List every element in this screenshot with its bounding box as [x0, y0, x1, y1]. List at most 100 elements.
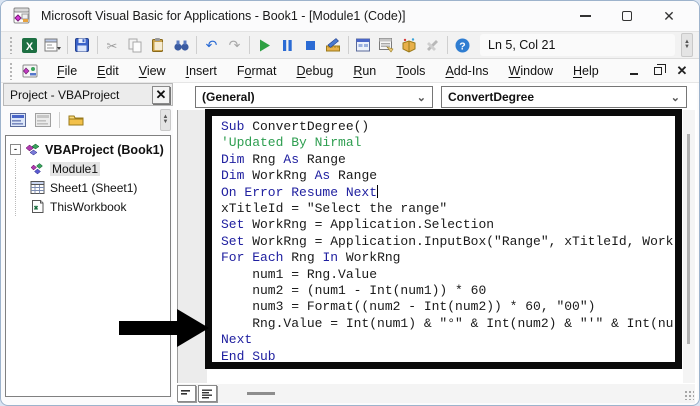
mdi-minimize-icon	[630, 72, 638, 75]
cut-button[interactable]: ✂	[101, 34, 124, 56]
tree-item-label: Module1	[50, 161, 101, 176]
code-line: xTitleId = "Select the range"	[221, 201, 448, 217]
svg-text:?: ?	[459, 40, 465, 52]
vba-app-icon	[13, 7, 30, 24]
properties-window-button[interactable]	[375, 34, 398, 56]
object-browser-icon	[402, 37, 416, 53]
horizontal-scrollbar[interactable]	[177, 384, 695, 403]
menu-help[interactable]: Help	[563, 62, 609, 80]
cursor-position-status: Ln 5, Col 21	[480, 34, 675, 56]
project-explorer-button[interactable]	[352, 34, 375, 56]
object-dropdown[interactable]: (General) ⌄	[195, 86, 433, 108]
toolbar-drag-handle[interactable]	[9, 36, 14, 54]
menu-add-ins[interactable]: Add-Ins	[435, 62, 498, 80]
redo-button[interactable]: ↷	[223, 34, 246, 56]
menu-debug[interactable]: Debug	[286, 62, 343, 80]
menu-bar: File Edit View Insert Format Debug Run Tools Add…	[1, 59, 699, 83]
annotation-highlight-box: Sub ConvertDegree() 'Updated By Nirmal Dim…	[205, 109, 682, 369]
project-panel-header[interactable]: Project - VBAProject ✕	[3, 83, 173, 106]
code-line: For Each Rng In WorkRng	[221, 250, 401, 266]
help-icon: ?	[455, 38, 470, 52]
collapse-icon[interactable]: -	[10, 144, 21, 155]
module-icon	[29, 161, 46, 176]
code-editor-text[interactable]: Sub ConvertDegree() 'Updated By Nirmal Dim…	[212, 116, 675, 364]
save-button[interactable]	[71, 34, 94, 56]
toolbox-button[interactable]	[421, 34, 444, 56]
help-button[interactable]: ?	[451, 34, 474, 56]
workbook-icon	[29, 199, 46, 214]
close-button[interactable]: ✕	[661, 8, 677, 24]
project-panel-close-button[interactable]: ✕	[152, 85, 170, 104]
code-line: End Sub	[221, 348, 276, 364]
view-code-icon[interactable]	[7, 110, 29, 130]
chevron-down-icon: ⌄	[416, 91, 426, 104]
code-header-row: (General) ⌄ ConvertDegree ⌄	[173, 83, 697, 111]
full-module-view-button[interactable]	[198, 385, 217, 402]
menu-tools[interactable]: Tools	[386, 62, 435, 80]
find-icon	[174, 40, 189, 51]
project-toolbar-overflow-button[interactable]: ▲ ▼	[160, 108, 171, 131]
tree-item-thisworkbook[interactable]: ThisWorkbook	[10, 197, 170, 216]
toggle-folders-icon[interactable]	[65, 110, 87, 130]
maximize-button[interactable]	[619, 8, 635, 24]
vertical-scrollbar[interactable]	[683, 110, 695, 383]
tree-item-sheet1-sheet1[interactable]: Sheet1 (Sheet1)	[10, 178, 170, 197]
menubar-drag-handle[interactable]	[9, 61, 14, 80]
procedure-view-button[interactable]	[177, 385, 196, 402]
project-icon	[24, 142, 41, 157]
design-mode-button[interactable]	[322, 34, 345, 56]
object-browser-button[interactable]	[398, 34, 421, 56]
toolbox-icon	[427, 39, 438, 51]
reset-button[interactable]	[299, 34, 322, 56]
paste-icon	[152, 37, 163, 52]
svg-text:↶: ↶	[206, 38, 218, 54]
menu-window[interactable]: Window	[499, 62, 563, 80]
copy-button[interactable]	[124, 34, 147, 56]
menu-insert[interactable]: Insert	[176, 62, 227, 80]
code-line: num3 = Format((num2 - Int(num2)) * 60, "…	[221, 299, 596, 315]
find-button[interactable]	[170, 34, 193, 56]
menu-format[interactable]: Format	[227, 62, 287, 80]
code-margin-indicator-bar[interactable]	[177, 110, 207, 383]
menu-edit[interactable]: Edit	[87, 62, 129, 80]
tree-item-label: ThisWorkbook	[50, 199, 127, 214]
undo-button[interactable]: ↶	[200, 34, 223, 56]
menu-view[interactable]: View	[129, 62, 176, 80]
vba-editor-window: Microsoft Visual Basic for Applications …	[0, 0, 700, 406]
tree-item-label: Sheet1 (Sheet1)	[50, 180, 138, 195]
excel-button[interactable]: X	[18, 34, 41, 56]
resize-grip[interactable]	[684, 390, 694, 400]
tree-item-module1[interactable]: Module1	[10, 159, 170, 178]
code-window: (General) ⌄ ConvertDegree ⌄ Sub ConvertD…	[173, 83, 697, 403]
standard-toolbar: X ✂ ↶ ↷? Ln 5, Col 21 ▲ ▼	[1, 31, 699, 59]
toolbar-overflow-button[interactable]: ▲ ▼	[681, 33, 693, 57]
insert-userform-button[interactable]	[41, 34, 64, 56]
break-button[interactable]	[276, 34, 299, 56]
module-window-icon	[22, 64, 38, 77]
sheet-icon	[29, 180, 46, 195]
tree-item-vbaproject-book1[interactable]: - VBAProject (Book1)	[10, 140, 170, 159]
menu-run[interactable]: Run	[343, 62, 386, 80]
object-dropdown-value: (General)	[202, 90, 255, 104]
project-explorer-panel: Project - VBAProject ✕ ▲ ▼ - VBAProject (B…	[3, 83, 173, 403]
vertical-scrollbar-thumb[interactable]	[687, 134, 690, 344]
mdi-restore-button[interactable]	[651, 63, 666, 78]
mdi-close-button[interactable]: ✕	[675, 64, 689, 78]
properties-window-icon	[379, 37, 394, 53]
procedure-dropdown[interactable]: ConvertDegree ⌄	[441, 86, 687, 108]
paste-button[interactable]	[147, 34, 170, 56]
minimize-button[interactable]	[577, 8, 593, 24]
insert-userform-icon	[44, 38, 61, 51]
menu-file[interactable]: File	[47, 62, 87, 80]
run-button[interactable]	[253, 34, 276, 56]
project-panel-title: Project - VBAProject	[10, 87, 120, 102]
project-tree: - VBAProject (Book1) Module1 Sheet1 (Sheet1…	[5, 135, 171, 397]
undo-icon: ↶	[206, 38, 218, 54]
code-line: num1 = Rng.Value	[221, 266, 378, 282]
divider	[196, 36, 197, 54]
view-object-icon[interactable]	[32, 110, 54, 130]
svg-text:✂: ✂	[107, 39, 118, 54]
divider	[97, 36, 98, 54]
horizontal-scrollbar-thumb[interactable]	[247, 392, 275, 395]
mdi-minimize-button[interactable]	[627, 64, 641, 78]
